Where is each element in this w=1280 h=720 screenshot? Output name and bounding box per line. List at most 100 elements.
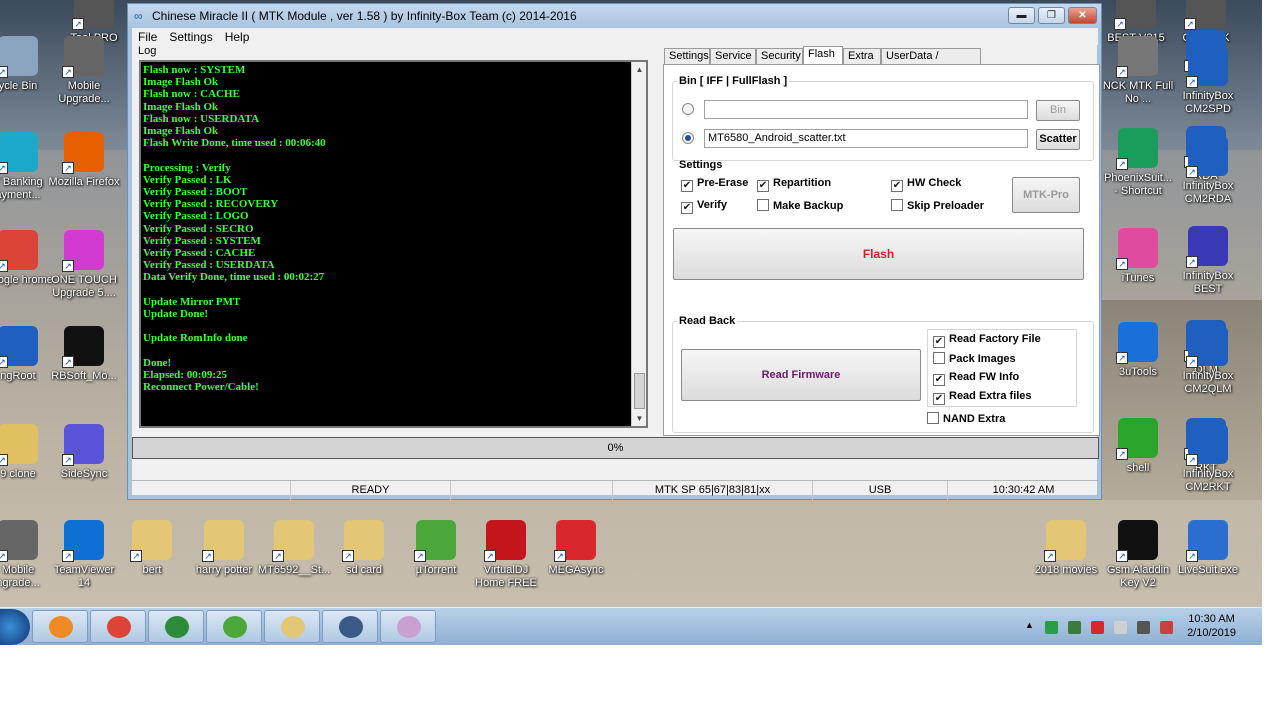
tray-app-icon[interactable] [1045, 621, 1058, 634]
desktop-icon[interactable]: ↗ bert [116, 520, 188, 577]
desktop-icon[interactable]: ↗ sd card [328, 520, 400, 577]
desktop-icon[interactable]: ↗ Google hrome [0, 230, 54, 287]
desktop-icon[interactable]: ↗ ngRoot [0, 326, 54, 383]
desktop-icon[interactable]: ↗ 3uTools [1102, 322, 1174, 379]
verify-checkbox[interactable]: ✔ Verify [681, 199, 727, 214]
tray-network-app-icon[interactable] [1068, 621, 1081, 634]
desktop-icon[interactable]: ↗ InfinityBox BEST [1172, 226, 1244, 296]
bin-button[interactable]: Bin [1036, 100, 1080, 121]
scatter-path-input[interactable]: MT6580_Android_scatter.txt [704, 129, 1028, 148]
desktop-icon[interactable]: ↗ Mobile Upgrade... [48, 36, 120, 106]
make-backup-checkbox[interactable]: Make Backup [757, 199, 843, 212]
scatter-button[interactable]: Scatter [1036, 129, 1080, 150]
windows-logo-icon[interactable] [0, 609, 30, 645]
tab-settings[interactable]: Settings [664, 48, 710, 65]
desktop-icon[interactable]: ↗ Mozilla Firefox [48, 132, 120, 189]
taskbar-utorrent-button[interactable] [206, 610, 262, 643]
maximize-button[interactable]: ❐ [1038, 7, 1065, 24]
checkbox-box[interactable]: ✔ [933, 336, 945, 348]
tray-expand-icon[interactable]: ▲ [1025, 620, 1034, 630]
volume-icon[interactable] [1114, 621, 1127, 634]
desktop-icon[interactable]: ↗ MT6592__St... [258, 520, 330, 577]
menu-settings[interactable]: Settings [163, 28, 218, 44]
log-panel[interactable]: Flash now : SYSTEM Image Flash Ok Flash … [139, 60, 648, 428]
read-factory-file-checkbox[interactable]: ✔ Read Factory File [933, 333, 1041, 348]
tab-userdata-forensic[interactable]: UserData / Forensic [881, 48, 981, 77]
checkbox-box[interactable]: ✔ [933, 393, 945, 405]
desktop-icon[interactable]: ↗ ONE TOUCH Upgrade 5.... [48, 230, 120, 300]
nand-extra-checkbox[interactable]: NAND Extra [927, 412, 1005, 425]
mtk-pro-button[interactable]: MTK-Pro [1012, 177, 1080, 213]
taskbar-media-player-button[interactable] [32, 610, 88, 643]
desktop-icon[interactable]: ↗ InfinityBox CM2RDA [1172, 136, 1244, 206]
read-firmware-button[interactable]: Read Firmware [681, 349, 921, 401]
checkbox-box[interactable]: ✔ [681, 180, 693, 192]
scatter-radio[interactable] [682, 132, 694, 144]
desktop-icon[interactable]: ↗ iTunes [1102, 228, 1174, 285]
shortcut-icon: ↗ [1186, 326, 1228, 368]
desktop-icon[interactable]: ↗ InfinityBox CM2SPD [1172, 46, 1244, 116]
taskbar-explorer-button[interactable] [264, 610, 320, 643]
desktop-icon[interactable]: ↗ SideSync [48, 424, 120, 481]
desktop-icon[interactable]: ↗ 2018 movies [1030, 520, 1102, 577]
taskbar-network-button[interactable] [148, 610, 204, 643]
minimize-button[interactable]: ▬ [1008, 7, 1035, 24]
close-button[interactable]: ✕ [1068, 7, 1097, 24]
desktop-icon[interactable]: ↗ PhoenixSuit... - Shortcut [1102, 128, 1174, 198]
checkbox-box[interactable] [927, 412, 939, 424]
log-scrollbar[interactable]: ▲ ▼ [631, 62, 646, 426]
taskbar-paint-button[interactable] [380, 610, 436, 643]
app-icon: ∞ [134, 9, 143, 23]
desktop-icon[interactable]: ↗ LiveSuit.exe [1172, 520, 1244, 577]
network-icon[interactable] [1137, 621, 1150, 634]
pre-erase-checkbox[interactable]: ✔ Pre-Erase [681, 177, 748, 192]
desktop-icon[interactable]: ↗ Gsm Aladdin Key V2 [1102, 520, 1174, 590]
desktop-icon[interactable]: ↗ harry potter [188, 520, 260, 577]
tab-security[interactable]: Security [756, 48, 803, 65]
bin-radio[interactable] [682, 103, 694, 115]
title-bar[interactable]: ∞ Chinese Miracle II ( MTK Module , ver … [128, 4, 1101, 28]
desktop-icon[interactable]: ↗ RBSoft_Mo... [48, 326, 120, 383]
desktop-icon[interactable]: ↗ T Banking ayment... [0, 132, 54, 202]
checkbox-box[interactable] [891, 199, 903, 211]
checkbox-box[interactable]: ✔ [757, 180, 769, 192]
desktop-icon[interactable]: ↗ MEGAsync [540, 520, 612, 577]
tab-flash[interactable]: Flash [803, 46, 843, 66]
desktop-icon-label: RBSoft_Mo... [51, 370, 117, 382]
tray-mega-icon[interactable] [1091, 621, 1104, 634]
hw-check-checkbox[interactable]: ✔ HW Check [891, 177, 961, 192]
checkbox-box[interactable]: ✔ [681, 202, 693, 214]
desktop-icon[interactable]: ↗ µTorrent [400, 520, 472, 577]
desktop-icon[interactable]: ↗ ycle Bin [0, 36, 54, 93]
flash-button[interactable]: Flash [673, 228, 1084, 280]
scroll-thumb[interactable] [634, 373, 645, 409]
read-fw-info-checkbox[interactable]: ✔ Read FW Info [933, 371, 1019, 386]
desktop-icon[interactable]: ↗ shell [1102, 418, 1174, 475]
desktop-icon[interactable]: ↗ VirtualDJ Home FREE [470, 520, 542, 590]
menu-help[interactable]: Help [219, 28, 256, 44]
skip-preloader-checkbox[interactable]: Skip Preloader [891, 199, 984, 212]
checkbox-box[interactable] [933, 352, 945, 364]
taskbar-document-button[interactable] [322, 610, 378, 643]
bin-path-input[interactable] [704, 100, 1028, 119]
read-extra-files-checkbox[interactable]: ✔ Read Extra files [933, 390, 1032, 405]
desktop-icon[interactable]: ↗ InfinityBox CM2QLM [1172, 326, 1244, 396]
tab-extra[interactable]: Extra [843, 48, 881, 65]
clock[interactable]: 10:30 AM 2/10/2019 [1187, 612, 1236, 640]
checkbox-box[interactable] [757, 199, 769, 211]
tab-service[interactable]: Service [710, 48, 756, 65]
checkbox-box[interactable]: ✔ [933, 374, 945, 386]
taskbar-chrome-button[interactable] [90, 610, 146, 643]
desktop-icon[interactable]: ↗ InfinityBox CM2RKT [1172, 424, 1244, 494]
desktop-icon[interactable]: ↗ Mobile ngrade... [0, 520, 54, 590]
scroll-down-icon[interactable]: ▼ [632, 411, 646, 426]
repartition-checkbox[interactable]: ✔ Repartition [757, 177, 831, 192]
desktop-icon[interactable]: ↗ NCK MTK Full No ... [1102, 36, 1174, 106]
checkbox-box[interactable]: ✔ [891, 180, 903, 192]
scroll-up-icon[interactable]: ▲ [632, 62, 646, 77]
desktop-icon[interactable]: ↗ 9 clone [0, 424, 54, 481]
action-center-icon[interactable] [1160, 621, 1173, 634]
menu-file[interactable]: File [132, 28, 163, 44]
desktop-icon[interactable]: ↗ TeamViewer 14 [48, 520, 120, 590]
pack-images-checkbox[interactable]: Pack Images [933, 352, 1016, 365]
